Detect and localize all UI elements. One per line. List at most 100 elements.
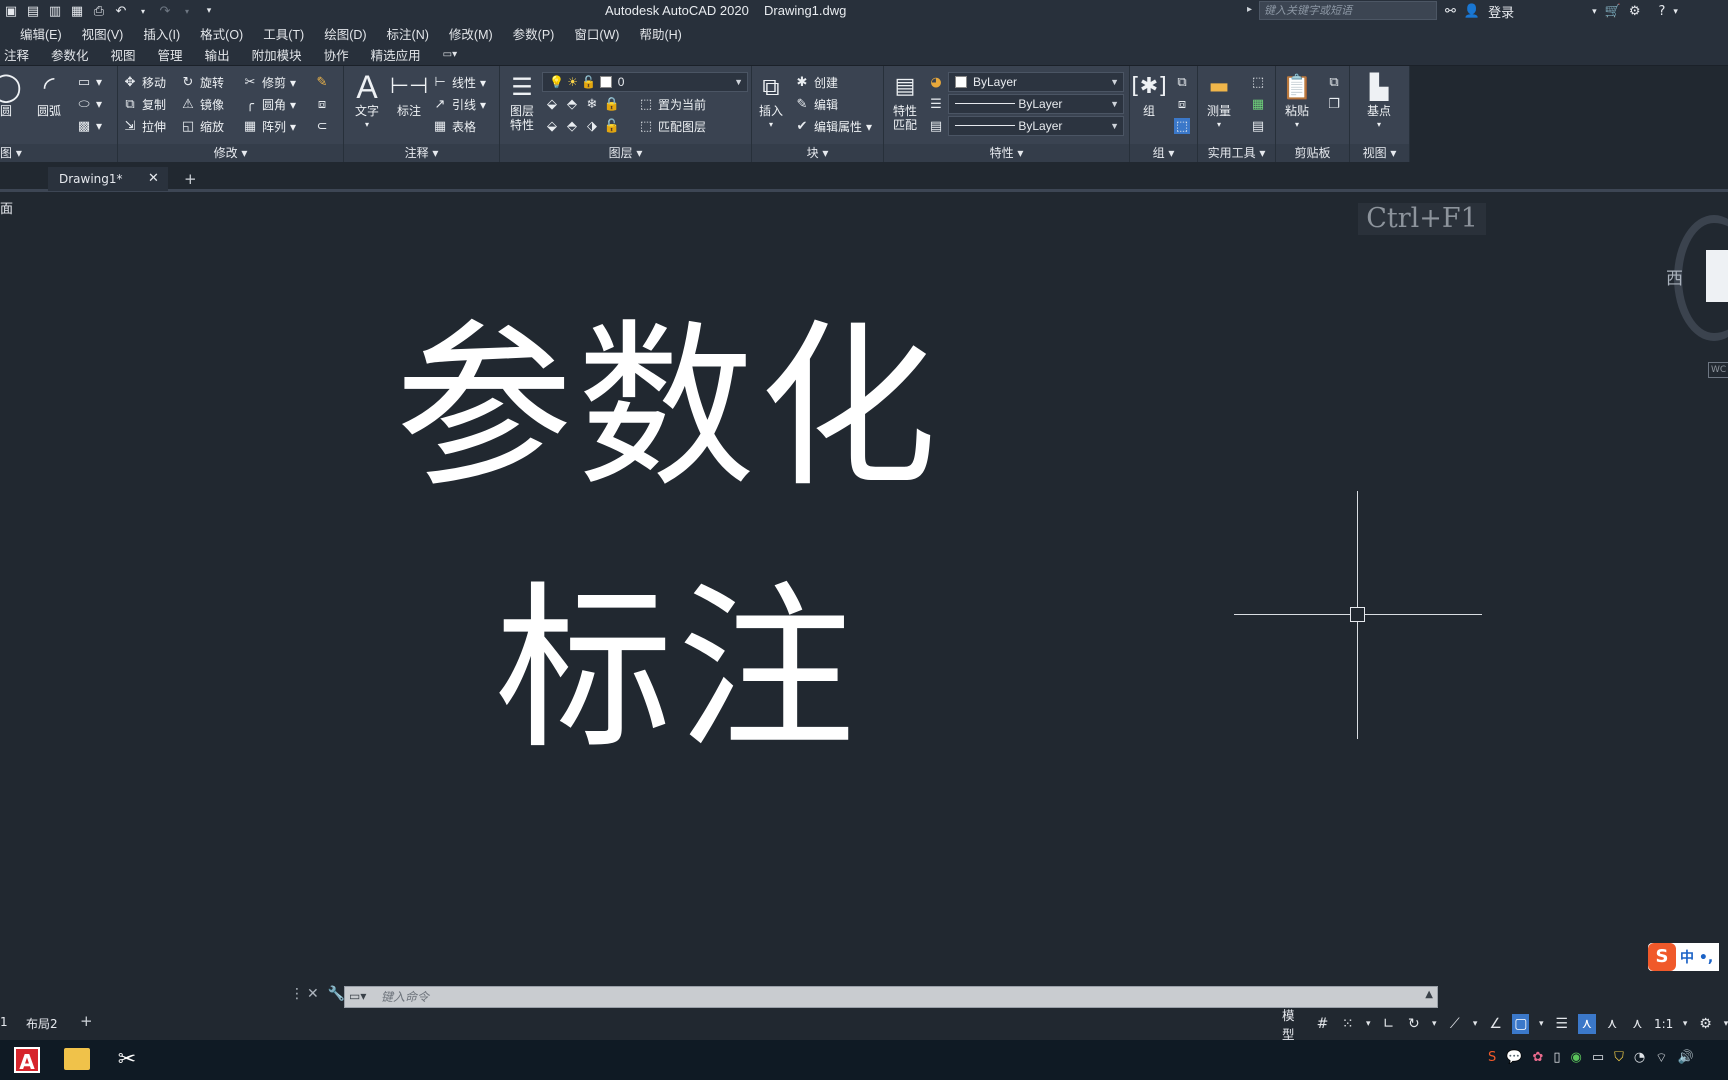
polar-icon[interactable]: ↻	[1405, 1014, 1422, 1034]
network-icon[interactable]: ◔	[1634, 1050, 1645, 1066]
create-block-button[interactable]: ✱ 创建	[794, 74, 838, 91]
help-dropdown-icon[interactable]: ▾	[1673, 7, 1678, 17]
group-select-icon[interactable]: ⬚	[1174, 118, 1190, 134]
close-icon[interactable]: ✕	[148, 167, 159, 191]
group-edit-icon[interactable]: ⧈	[1174, 96, 1190, 112]
save-icon[interactable]: ▣	[2, 2, 20, 20]
linear-button[interactable]: ⊢ 线性 ▾	[432, 74, 486, 91]
isodraft-icon[interactable]: ⟋	[1446, 1014, 1463, 1034]
login-link[interactable]: 登录	[1488, 2, 1514, 21]
menu-insert[interactable]: 插入(I)	[143, 24, 180, 43]
model-space-toggle[interactable]: 模型	[1282, 1005, 1306, 1043]
capcut-icon[interactable]: ✂	[114, 1047, 140, 1073]
sogou-tray-icon[interactable]: S	[1488, 1050, 1496, 1066]
panel-groups-title[interactable]: 组 ▾	[1130, 144, 1197, 162]
ime-indicator[interactable]: S 中 •,	[1648, 943, 1720, 971]
menu-view[interactable]: 视图(V)	[82, 24, 124, 43]
rotate-button[interactable]: ↻ 旋转	[180, 74, 224, 91]
wcs-menu[interactable]: WC	[1708, 362, 1728, 378]
trim-button[interactable]: ✂ 修剪 ▾	[242, 74, 297, 91]
menu-dimension[interactable]: 标注(N)	[387, 24, 429, 43]
explode-button[interactable]: ⧈	[314, 96, 330, 112]
linetype-icon[interactable]: ☰	[928, 96, 944, 112]
annotation-visibility-icon[interactable]: ⋏	[1578, 1014, 1596, 1034]
flower-icon[interactable]: ✿	[1532, 1050, 1543, 1066]
file-explorer-icon[interactable]	[64, 1048, 90, 1070]
panel-properties-title[interactable]: 特性 ▾	[884, 144, 1129, 162]
quick-select-icon[interactable]: ⬚	[1250, 74, 1266, 90]
workspace-dropdown-icon[interactable]: ▾	[1722, 1014, 1728, 1034]
command-line-handle[interactable]: ⋮✕ 🔧	[290, 986, 348, 1002]
undo-dropdown-icon[interactable]: ▾	[134, 2, 152, 20]
layer-tools-row1[interactable]: ⬙ ⬘ ❄ 🔒	[544, 96, 620, 112]
insert-button[interactable]: ⧉ 插入 ▾	[754, 70, 788, 132]
layout-tab-2[interactable]: 布局2	[26, 1015, 58, 1032]
set-current-button[interactable]: ⬚ 置为当前	[638, 96, 706, 113]
panel-view-title[interactable]: 视图 ▾	[1350, 144, 1409, 162]
chat-icon[interactable]: 💬	[1506, 1050, 1522, 1066]
panel-modify-title[interactable]: 修改 ▾	[118, 144, 343, 162]
scale-dropdown-icon[interactable]: ▾	[1681, 1014, 1689, 1034]
tab-parametric[interactable]: 参数化	[51, 45, 89, 64]
match-layer-button[interactable]: ⬚ 匹配图层	[638, 118, 706, 135]
shield-icon[interactable]: ⛉	[1614, 1050, 1624, 1066]
command-input[interactable]: 键入命令	[381, 987, 429, 1007]
binoculars-icon[interactable]: ⚯	[1445, 4, 1456, 19]
login-dropdown-icon[interactable]: ▾	[1592, 7, 1597, 17]
copy-clip-icon[interactable]: ❐	[1326, 96, 1342, 112]
rectangle-button[interactable]: ▭ ▾	[76, 74, 102, 90]
command-line[interactable]: ▭▾ 键入命令 ▲	[344, 986, 1438, 1008]
circle-button[interactable]: ◯ 圆	[0, 70, 22, 119]
select-all-icon[interactable]: ▦	[1250, 96, 1266, 112]
object-snap-icon[interactable]: ▢	[1512, 1014, 1530, 1034]
command-expand-icon[interactable]: ▲	[1425, 989, 1433, 1000]
mirror-button[interactable]: ⚠ 镜像	[180, 96, 224, 113]
customize-qat-icon[interactable]: ▾	[200, 2, 218, 20]
menu-parametric[interactable]: 参数(P)	[513, 24, 555, 43]
edit-attributes-button[interactable]: ✔ 编辑属性 ▾	[794, 118, 873, 135]
paste-button[interactable]: 📋 粘贴 ▾	[1280, 70, 1314, 132]
menu-format[interactable]: 格式(O)	[200, 24, 243, 43]
panel-clipboard-title[interactable]: 剪贴板	[1276, 144, 1349, 162]
viewcube-face[interactable]	[1706, 250, 1728, 302]
add-layout-icon[interactable]: +	[80, 1012, 93, 1030]
hatch-button[interactable]: ▩ ▾	[76, 118, 102, 134]
base-view-button[interactable]: ▙ 基点 ▾	[1362, 70, 1396, 132]
snap-icon[interactable]: ⁙	[1339, 1014, 1356, 1034]
edit-block-button[interactable]: ✎ 编辑	[794, 96, 838, 113]
color-wheel-icon[interactable]: ◕	[928, 74, 944, 90]
panel-block-title[interactable]: 块 ▾	[752, 144, 883, 162]
cut-icon[interactable]: ⧉	[1326, 74, 1342, 90]
snap-dropdown-icon[interactable]: ▾	[1364, 1014, 1372, 1034]
user-icon[interactable]: 👤	[1464, 4, 1480, 19]
panel-layers-title[interactable]: 图层 ▾	[500, 144, 751, 162]
polar-dropdown-icon[interactable]: ▾	[1430, 1014, 1438, 1034]
tab-featured-apps[interactable]: 精选应用	[371, 45, 421, 64]
menu-tools[interactable]: 工具(T)	[263, 24, 304, 43]
ortho-icon[interactable]: ∟	[1380, 1014, 1397, 1034]
measure-button[interactable]: ▬ 测量 ▾	[1202, 70, 1236, 132]
move-button[interactable]: ✥ 移动	[122, 74, 166, 91]
isodraft-dropdown-icon[interactable]: ▾	[1471, 1014, 1479, 1034]
ribbon-toggle-icon[interactable]: ▭▾	[443, 49, 457, 60]
search-expand-icon[interactable]: ▸	[1247, 4, 1252, 15]
object-snap-dropdown-icon[interactable]: ▾	[1537, 1014, 1545, 1034]
menu-modify[interactable]: 修改(M)	[449, 24, 493, 43]
menu-help[interactable]: 帮助(H)	[639, 24, 681, 43]
save-as-icon[interactable]: ▤	[24, 2, 42, 20]
object-snap-tracking-icon[interactable]: ∠	[1487, 1014, 1504, 1034]
undo-icon[interactable]: ↶	[112, 2, 130, 20]
panel-utilities-title[interactable]: 实用工具 ▾	[1198, 144, 1275, 162]
array-button[interactable]: ▦ 阵列 ▾	[242, 118, 296, 135]
menu-edit[interactable]: 编辑(E)	[20, 24, 62, 43]
wifi-icon[interactable]: ⌔	[1655, 1050, 1667, 1066]
panel-draw-title[interactable]: 绘图 ▾	[0, 144, 117, 162]
lineweight-dropdown[interactable]: ByLayer ▼	[948, 116, 1124, 136]
menu-window[interactable]: 窗口(W)	[574, 24, 619, 43]
menu-draw[interactable]: 绘图(D)	[324, 24, 366, 43]
linetype-dropdown[interactable]: ByLayer ▼	[948, 94, 1124, 114]
tab-collaborate[interactable]: 协作	[324, 45, 349, 64]
web-open-icon[interactable]: ▦	[68, 2, 86, 20]
folder-tray-icon[interactable]: ▭	[1592, 1050, 1604, 1066]
lineweight-icon[interactable]: ▤	[928, 118, 944, 134]
